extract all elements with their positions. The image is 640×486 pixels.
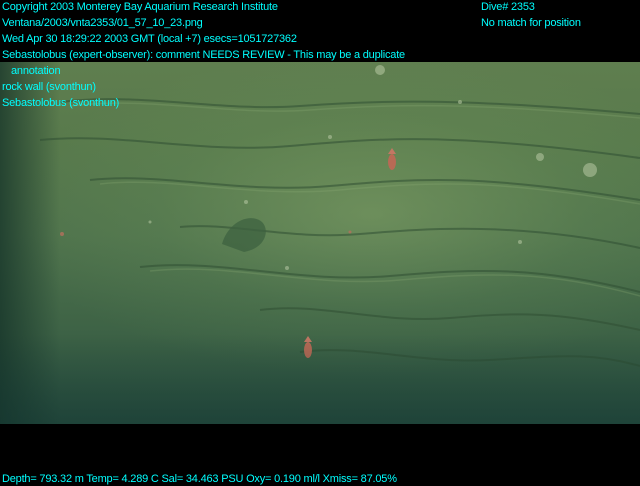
copyright-line: Copyright 2003 Monterey Bay Aquarium Res…: [2, 1, 278, 13]
sebastolobus-fish-2: [304, 336, 312, 358]
sebastolobus-fish-1: [388, 148, 396, 170]
overlay-header: Copyright 2003 Monterey Bay Aquarium Res…: [2, 0, 405, 111]
video-frame: Copyright 2003 Monterey Bay Aquarium Res…: [0, 0, 640, 486]
position-status: No match for position: [481, 17, 581, 29]
annotation-line: Sebastolobus (svonthun): [2, 97, 120, 109]
dive-number: Dive# 2353: [481, 1, 535, 13]
telemetry-line: Depth= 793.32 m Temp= 4.289 C Sal= 34.46…: [2, 473, 397, 485]
filepath-line: Ventana/2003/vnta2353/01_57_10_23.png: [2, 17, 203, 29]
annotation-line: rock wall (svonthun): [2, 81, 96, 93]
seafloor-texture: [39, 65, 640, 367]
datetime-line: Wed Apr 30 18:29:22 2003 GMT (local +7) …: [2, 33, 297, 45]
seafloor-image: [0, 62, 640, 424]
annotation-line-continued: annotation: [11, 65, 61, 77]
annotation-line: Sebastolobus (expert-observer): comment …: [2, 49, 405, 61]
overlay-dive-info: Dive# 2353 No match for position: [481, 0, 581, 31]
